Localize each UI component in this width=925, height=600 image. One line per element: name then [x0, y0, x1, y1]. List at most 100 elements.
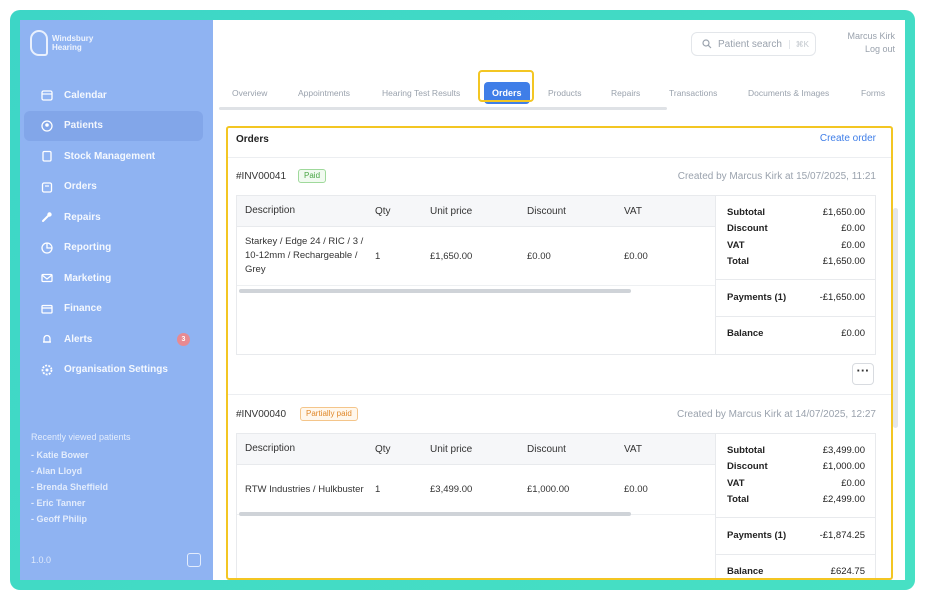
alerts-count-badge: 3: [177, 333, 190, 346]
column-header-description: Description: [245, 205, 296, 216]
sidebar-item-alerts[interactable]: Alerts 3: [20, 324, 213, 355]
tab-forms[interactable]: Forms: [861, 76, 885, 110]
item-description: Starkey / Edge 24 / RIC / 3 / 10-12mm / …: [245, 236, 364, 275]
logo[interactable]: Windsbury Hearing: [30, 30, 93, 56]
table-header: Description Qty Unit price Discount VAT: [237, 434, 715, 465]
item-qty: 1: [375, 250, 381, 262]
tabs-scrollbar[interactable]: [219, 107, 667, 110]
order-more-button[interactable]: ···: [852, 363, 874, 385]
recent-patient-link[interactable]: - Katie Bower: [31, 447, 131, 463]
recent-heading: Recently viewed patients: [31, 432, 131, 442]
create-order-button[interactable]: Create order: [820, 133, 876, 144]
item-discount: £1,000.00: [527, 484, 570, 495]
sidebar-item-label: Alerts: [64, 333, 93, 345]
column-header-discount: Discount: [527, 443, 566, 455]
recent-patient-link[interactable]: - Eric Tanner: [31, 495, 131, 511]
search-shortcut: ⌘K: [788, 39, 809, 49]
order-details: Description Qty Unit price Discount VAT …: [236, 433, 876, 578]
order-items-table: Description Qty Unit price Discount VAT …: [237, 196, 715, 293]
item-discount: £0.00: [527, 250, 551, 262]
recent-patient-link[interactable]: - Geoff Philip: [31, 511, 131, 527]
tab-documents-images[interactable]: Documents & Images: [748, 76, 829, 110]
sidebar-item-calendar[interactable]: Calendar: [20, 80, 213, 111]
summary-balance: Balance £0.00: [727, 328, 865, 340]
bell-icon: [40, 332, 54, 346]
sidebar-item-patients[interactable]: Patients: [24, 110, 203, 141]
summary-subtotal: Subtotal £1,650.00: [727, 206, 865, 218]
app-version: 1.0.0: [31, 555, 52, 565]
sidebar-item-label: Reporting: [64, 242, 112, 254]
tab-transactions[interactable]: Transactions: [669, 76, 717, 110]
summary-payments: Payments (1) -£1,874.25: [727, 529, 865, 541]
column-header-unit-price: Unit price: [430, 205, 473, 217]
order-summary: Subtotal £1,650.00 Discount £0.00 VAT £0.00…: [715, 196, 875, 354]
user-icon: [40, 119, 54, 133]
invoice-number[interactable]: #INV00041: [236, 171, 286, 182]
tab-products[interactable]: Products: [548, 76, 582, 110]
item-qty: 1: [375, 484, 381, 495]
column-header-qty: Qty: [375, 443, 391, 455]
status-badge: Paid: [298, 169, 327, 183]
sidebar-item-label: Marketing: [64, 272, 112, 284]
sidebar-item-label: Calendar: [64, 89, 107, 101]
column-header-description: Description: [245, 443, 296, 454]
table-scrollbar[interactable]: [239, 289, 631, 293]
tab-overview[interactable]: Overview: [232, 76, 267, 110]
sidebar-item-marketing[interactable]: Marketing: [20, 263, 213, 294]
app-window: Windsbury Hearing Calendar Patients Stoc…: [20, 20, 905, 580]
orders-icon: [40, 180, 54, 194]
status-badge: Partially paid: [300, 407, 358, 421]
collapse-sidebar-icon[interactable]: [187, 553, 201, 567]
main-content: Patient search ⌘K Marcus Kirk Log out Ov…: [213, 20, 905, 580]
order-created-info: Created by Marcus Kirk at 15/07/2025, 11…: [677, 171, 876, 182]
sidebar-item-stock-management[interactable]: Stock Management: [20, 141, 213, 172]
table-scrollbar[interactable]: [239, 512, 631, 516]
sidebar-item-label: Stock Management: [64, 150, 156, 162]
page-scrollbar[interactable]: [893, 208, 898, 428]
chart-icon: [40, 241, 54, 255]
summary-subtotal: Subtotal £3,499.00: [727, 444, 865, 456]
order-items-table: Description Qty Unit price Discount VAT …: [237, 434, 715, 516]
orders-title: Orders: [236, 134, 269, 145]
recent-patient-link[interactable]: - Alan Lloyd: [31, 463, 131, 479]
invoice-number[interactable]: #INV00040: [236, 409, 286, 420]
item-vat: £0.00: [624, 250, 648, 262]
sidebar-nav: Calendar Patients Stock Management Order…: [20, 80, 213, 385]
sidebar-item-orders[interactable]: Orders: [20, 172, 213, 203]
sidebar-item-repairs[interactable]: Repairs: [20, 202, 213, 233]
recently-viewed-patients: Recently viewed patients - Katie Bower -…: [31, 432, 131, 527]
active-tab-highlight: [478, 70, 534, 102]
orders-panel: Orders Create order #INV00041 Paid Creat…: [226, 126, 893, 580]
recent-patient-link[interactable]: - Brenda Sheffield: [31, 479, 131, 495]
item-description: RTW Industries / Hulkbuster: [245, 483, 364, 495]
logout-link[interactable]: Log out: [847, 43, 895, 56]
sidebar-item-label: Repairs: [64, 211, 101, 223]
summary-payments: Payments (1) -£1,650.00: [727, 291, 865, 303]
item-unit-price: £3,499.00: [430, 484, 473, 495]
tab-hearing-test-results[interactable]: Hearing Test Results: [382, 76, 460, 110]
item-vat: £0.00: [624, 484, 648, 495]
sidebar-item-label: Organisation Settings: [64, 364, 168, 376]
logo-line-2: Hearing: [52, 43, 82, 52]
patient-search-input[interactable]: Patient search ⌘K: [691, 32, 816, 56]
item-unit-price: £1,650.00: [430, 250, 473, 262]
tab-appointments[interactable]: Appointments: [298, 76, 350, 110]
user-menu: Marcus Kirk Log out: [847, 30, 895, 56]
order-created-info: Created by Marcus Kirk at 14/07/2025, 12…: [676, 409, 876, 420]
column-header-vat: VAT: [624, 443, 642, 455]
summary-vat: VAT £0.00: [727, 239, 865, 251]
calendar-icon: [40, 88, 54, 102]
sidebar-item-label: Orders: [64, 181, 97, 193]
summary-discount: Discount £0.00: [727, 223, 865, 235]
mail-icon: [40, 271, 54, 285]
sidebar-item-organisation-settings[interactable]: Organisation Settings: [20, 355, 213, 386]
tab-repairs[interactable]: Repairs: [611, 76, 640, 110]
sidebar-item-finance[interactable]: Finance: [20, 294, 213, 325]
card-icon: [40, 302, 54, 316]
search-icon: [702, 39, 712, 49]
sidebar-item-reporting[interactable]: Reporting: [20, 233, 213, 264]
clipboard-icon: [40, 149, 54, 163]
order-details: Description Qty Unit price Discount VAT …: [236, 195, 876, 355]
order-summary: Subtotal £3,499.00 Discount £1,000.00 VAT £…: [715, 434, 875, 578]
user-name: Marcus Kirk: [847, 31, 895, 41]
